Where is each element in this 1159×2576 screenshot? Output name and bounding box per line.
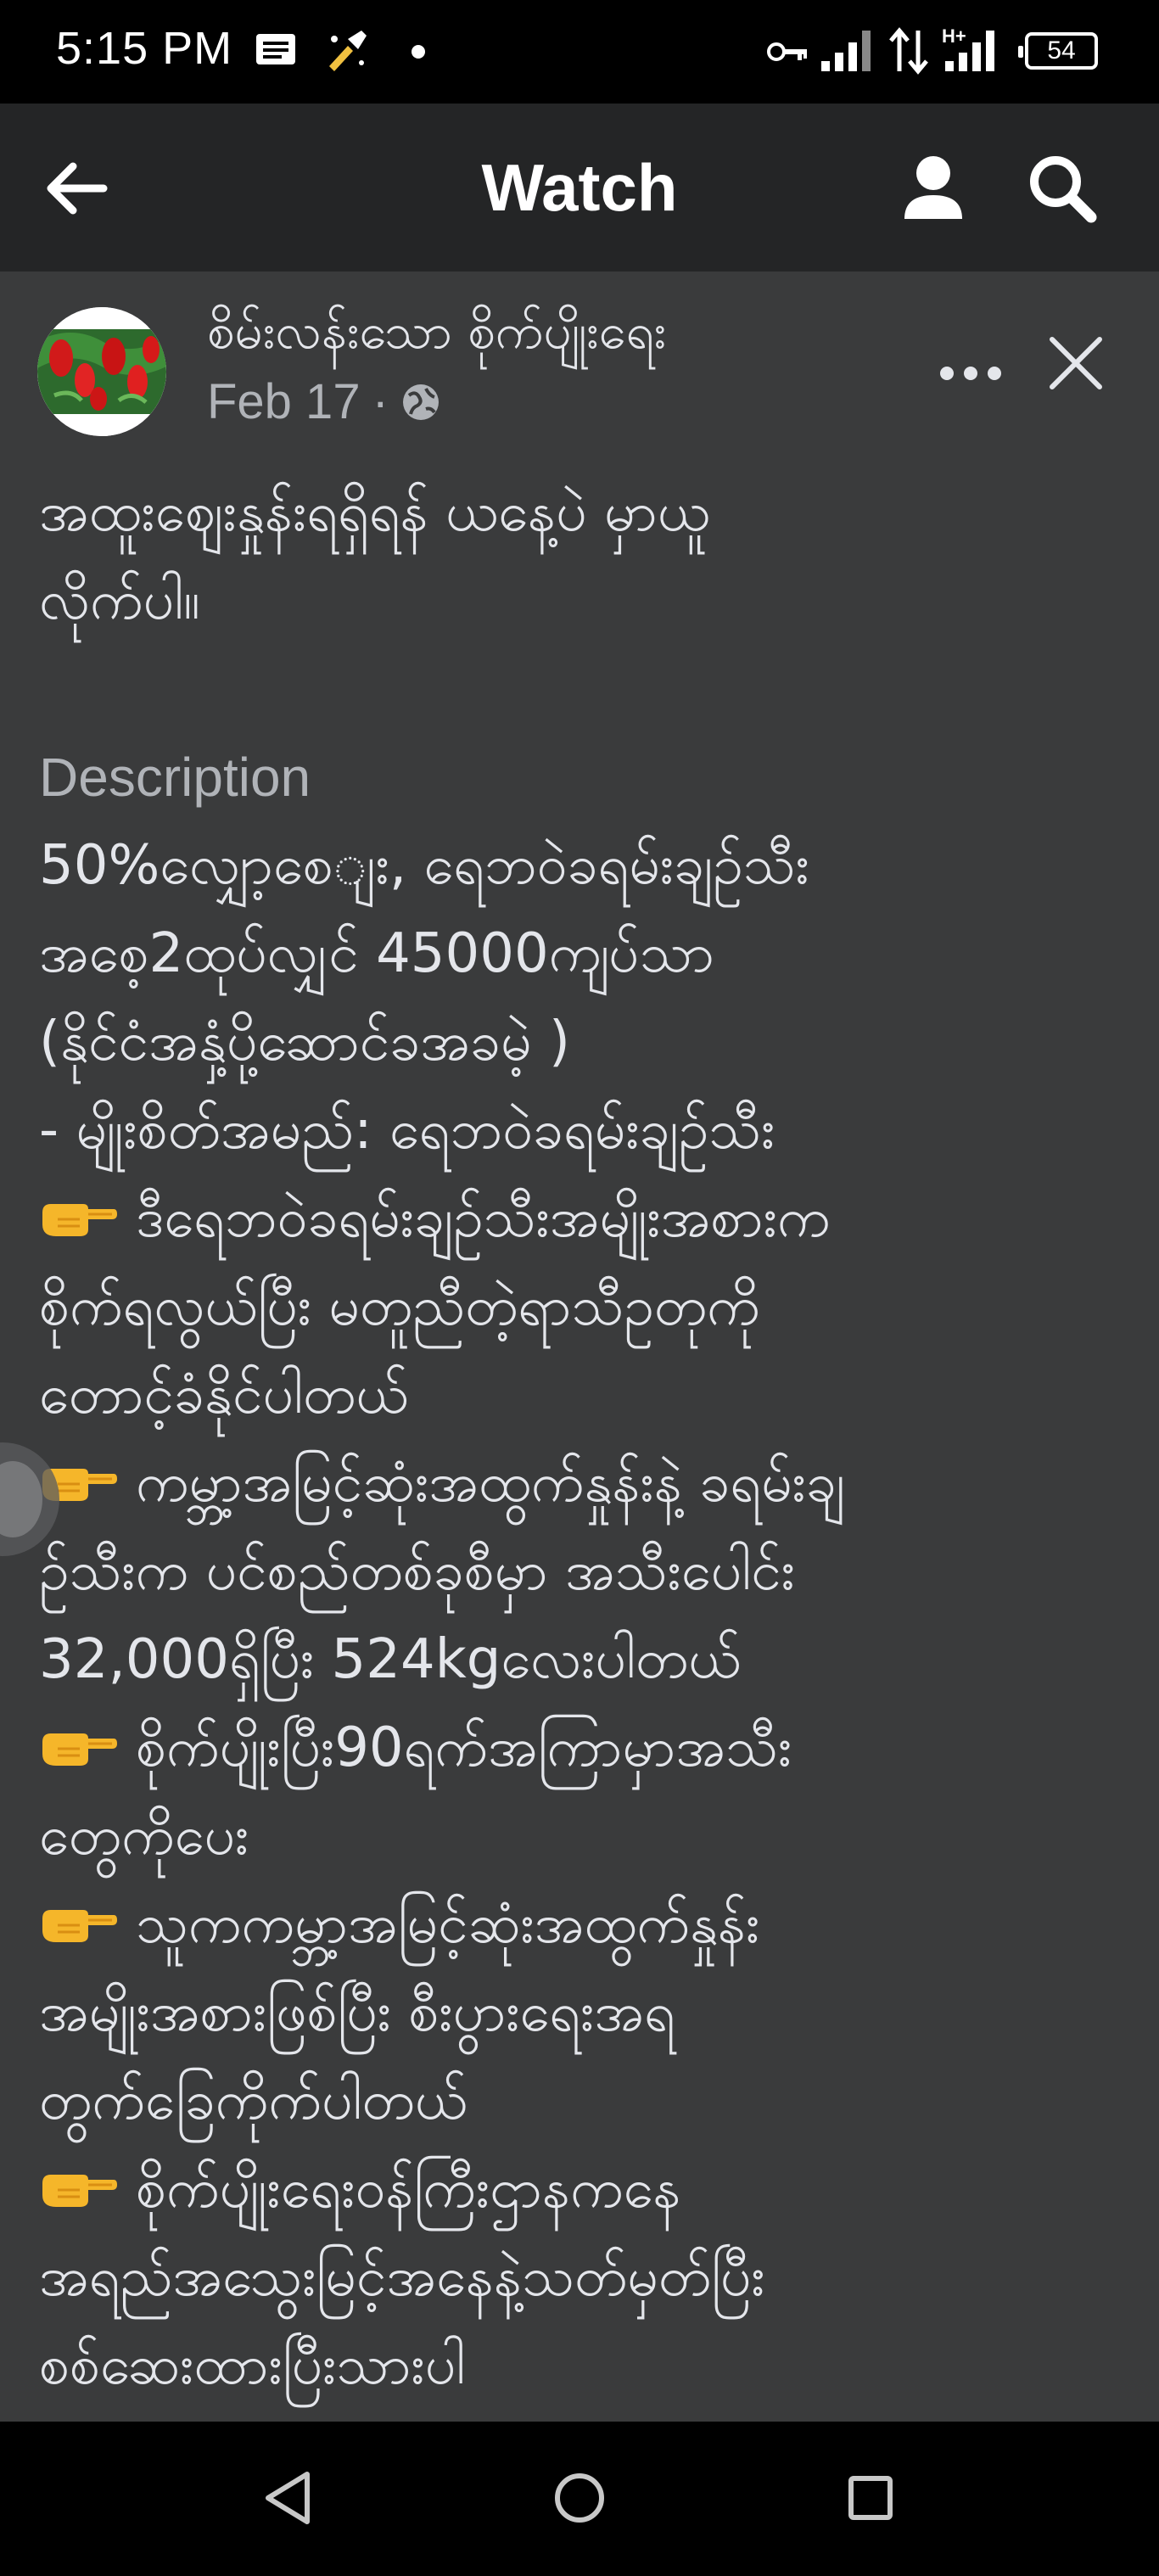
description-label: Description bbox=[39, 747, 311, 808]
bullet-line: သူကကမ္ဘာ့အမြင့်ဆုံးအထွက်နှုန်း bbox=[39, 1880, 1134, 1968]
post-intro-line: အထူးဈေးနှုန်းရရှိရန် ယနေ့ပဲ မှာယူ bbox=[39, 481, 710, 544]
bullet-line: စိုက်ရလွယ်ပြီး မတူညီတဲ့ရာသီဥတုကို bbox=[39, 1275, 760, 1338]
description-line: (နိုင်ငံအနှံ့ပို့ဆောင်ခအခမဲ့ ) bbox=[39, 1011, 570, 1073]
app-header: Watch bbox=[0, 104, 1159, 272]
bullet-line: စစ်ဆေးထားပြီးသားပါ bbox=[39, 2334, 466, 2397]
post-date[interactable]: Feb 17 bbox=[207, 373, 361, 430]
signal-icon bbox=[821, 31, 871, 71]
data-transfer-icon bbox=[889, 27, 928, 75]
nav-recents-icon[interactable] bbox=[828, 2456, 913, 2540]
message-notification-icon bbox=[256, 34, 295, 64]
bullet-line: တောင့်ခံနိုင်ပါတယ် bbox=[39, 1364, 409, 1426]
pointing-hand-icon bbox=[42, 1910, 117, 1943]
page-name[interactable]: စိမ်းလန်းသော စိုက်ပျိုးရေး bbox=[207, 300, 666, 372]
hplus-signal-icon: H+ bbox=[942, 25, 994, 71]
post-meta: Feb 17 · bbox=[207, 373, 441, 430]
search-icon[interactable] bbox=[1020, 146, 1105, 231]
bullet-line: ကမ္ဘာ့အမြင့်ဆုံးအထွက်နှုန်းနဲ့ ခရမ်းချ bbox=[39, 1439, 1134, 1527]
description-line: 50%လျှော့စေျး, ရေဘဝဲခရမ်းချဥ်သီး bbox=[39, 834, 809, 897]
page-title: Watch bbox=[481, 150, 678, 225]
bullet-text: ဒီရေဘဝဲခရမ်းချဥ်သီးအမျိုးအစားက bbox=[136, 1187, 831, 1250]
description-line: - မျိုးစိတ်အမည်: ရေဘဝဲခရမ်းချဥ်သီး bbox=[39, 1099, 775, 1162]
bullet-text: ကမ္ဘာ့အမြင့်ဆုံးအထွက်နှုန်းနဲ့ ခရမ်းချ bbox=[136, 1452, 846, 1515]
pointing-hand-icon bbox=[42, 2175, 117, 2208]
pointing-hand-icon bbox=[42, 1204, 117, 1237]
bullet-line: တွေကိုပေး bbox=[39, 1805, 249, 1868]
bullet-text: စိုက်ပျိုးရေးဝန်ကြီးဌာနကနေ bbox=[136, 2158, 681, 2220]
nav-back-icon[interactable] bbox=[246, 2456, 331, 2540]
bullet-text: သူကကမ္ဘာ့အမြင့်ဆုံးအထွက်နှုန်း bbox=[136, 1893, 760, 1956]
divider-line: ------------------------- bbox=[39, 2410, 1134, 2422]
globe-icon bbox=[402, 384, 439, 420]
description-line: အစေ့2ထုပ်လျှင် 45000ကျပ်သာ bbox=[39, 922, 715, 985]
battery-level: 54 bbox=[1047, 36, 1076, 64]
bullet-line: တွက်ခြေကိုက်ပါတယ် bbox=[39, 2069, 468, 2132]
status-bar: 5:15 PM H+ 54 bbox=[0, 0, 1159, 104]
meta-separator: · bbox=[372, 374, 389, 429]
status-time: 5:15 PM bbox=[56, 23, 233, 74]
bullet-line: အမျိုးအစားဖြစ်ပြီး စီးပွားရေးအရ bbox=[39, 1981, 675, 2044]
bullet-text: စိုက်ပျိုးပြီး90ရက်အကြာမှာအသီး bbox=[136, 1716, 792, 1779]
nav-home-icon[interactable] bbox=[537, 2456, 622, 2540]
bullet-line: အရည်အသွေးမြင့်အနေနဲ့သတ်မှတ်ပြီး bbox=[39, 2246, 765, 2309]
battery-icon: 54 bbox=[1018, 32, 1098, 70]
pointing-hand-icon bbox=[42, 1733, 117, 1767]
post: စိမ်းလန်းသော စိုက်ပျိုးရေး Feb 17 · အထူး… bbox=[0, 272, 1159, 2422]
close-icon[interactable] bbox=[1044, 331, 1108, 395]
bullet-line: စိုက်ပျိုးပြီး90ရက်အကြာမှာအသီး bbox=[39, 1704, 1134, 1792]
dot-icon bbox=[412, 45, 425, 59]
post-intro-line: လိုက်ပါ။ bbox=[39, 569, 200, 632]
bullet-line: ဥ်သီးက ပင်စည်တစ်ခုစီမှာ အသီးပေါင်း bbox=[39, 1540, 795, 1603]
vpn-key-icon bbox=[767, 42, 807, 61]
person-icon[interactable] bbox=[891, 146, 976, 231]
bullet-line: စိုက်ပျိုးရေးဝန်ကြီးဌာနကနေ bbox=[39, 2145, 1134, 2233]
app-notification-icon bbox=[329, 31, 367, 71]
avatar[interactable] bbox=[37, 307, 166, 436]
navigation-bar bbox=[0, 2422, 1159, 2576]
avatar-image bbox=[37, 307, 166, 436]
post-body: အထူးဈေးနှုန်းရရှိရန် ယနေ့ပဲ မှာယူ လိုက်ပ… bbox=[39, 468, 1134, 2422]
screen: 5:15 PM H+ 54 Watch စိမ်းလန်းသော စိုက်ပျ… bbox=[0, 0, 1159, 2576]
bullet-line: 32,000ရှိပြီး 524kgလေးပါတယ် bbox=[39, 1628, 742, 1691]
bullet-line: ဒီရေဘဝဲခရမ်းချဥ်သီးအမျိုးအစားက bbox=[39, 1174, 1134, 1263]
more-horizontal-icon[interactable] bbox=[937, 356, 1005, 390]
svg-text:H+: H+ bbox=[942, 25, 966, 47]
